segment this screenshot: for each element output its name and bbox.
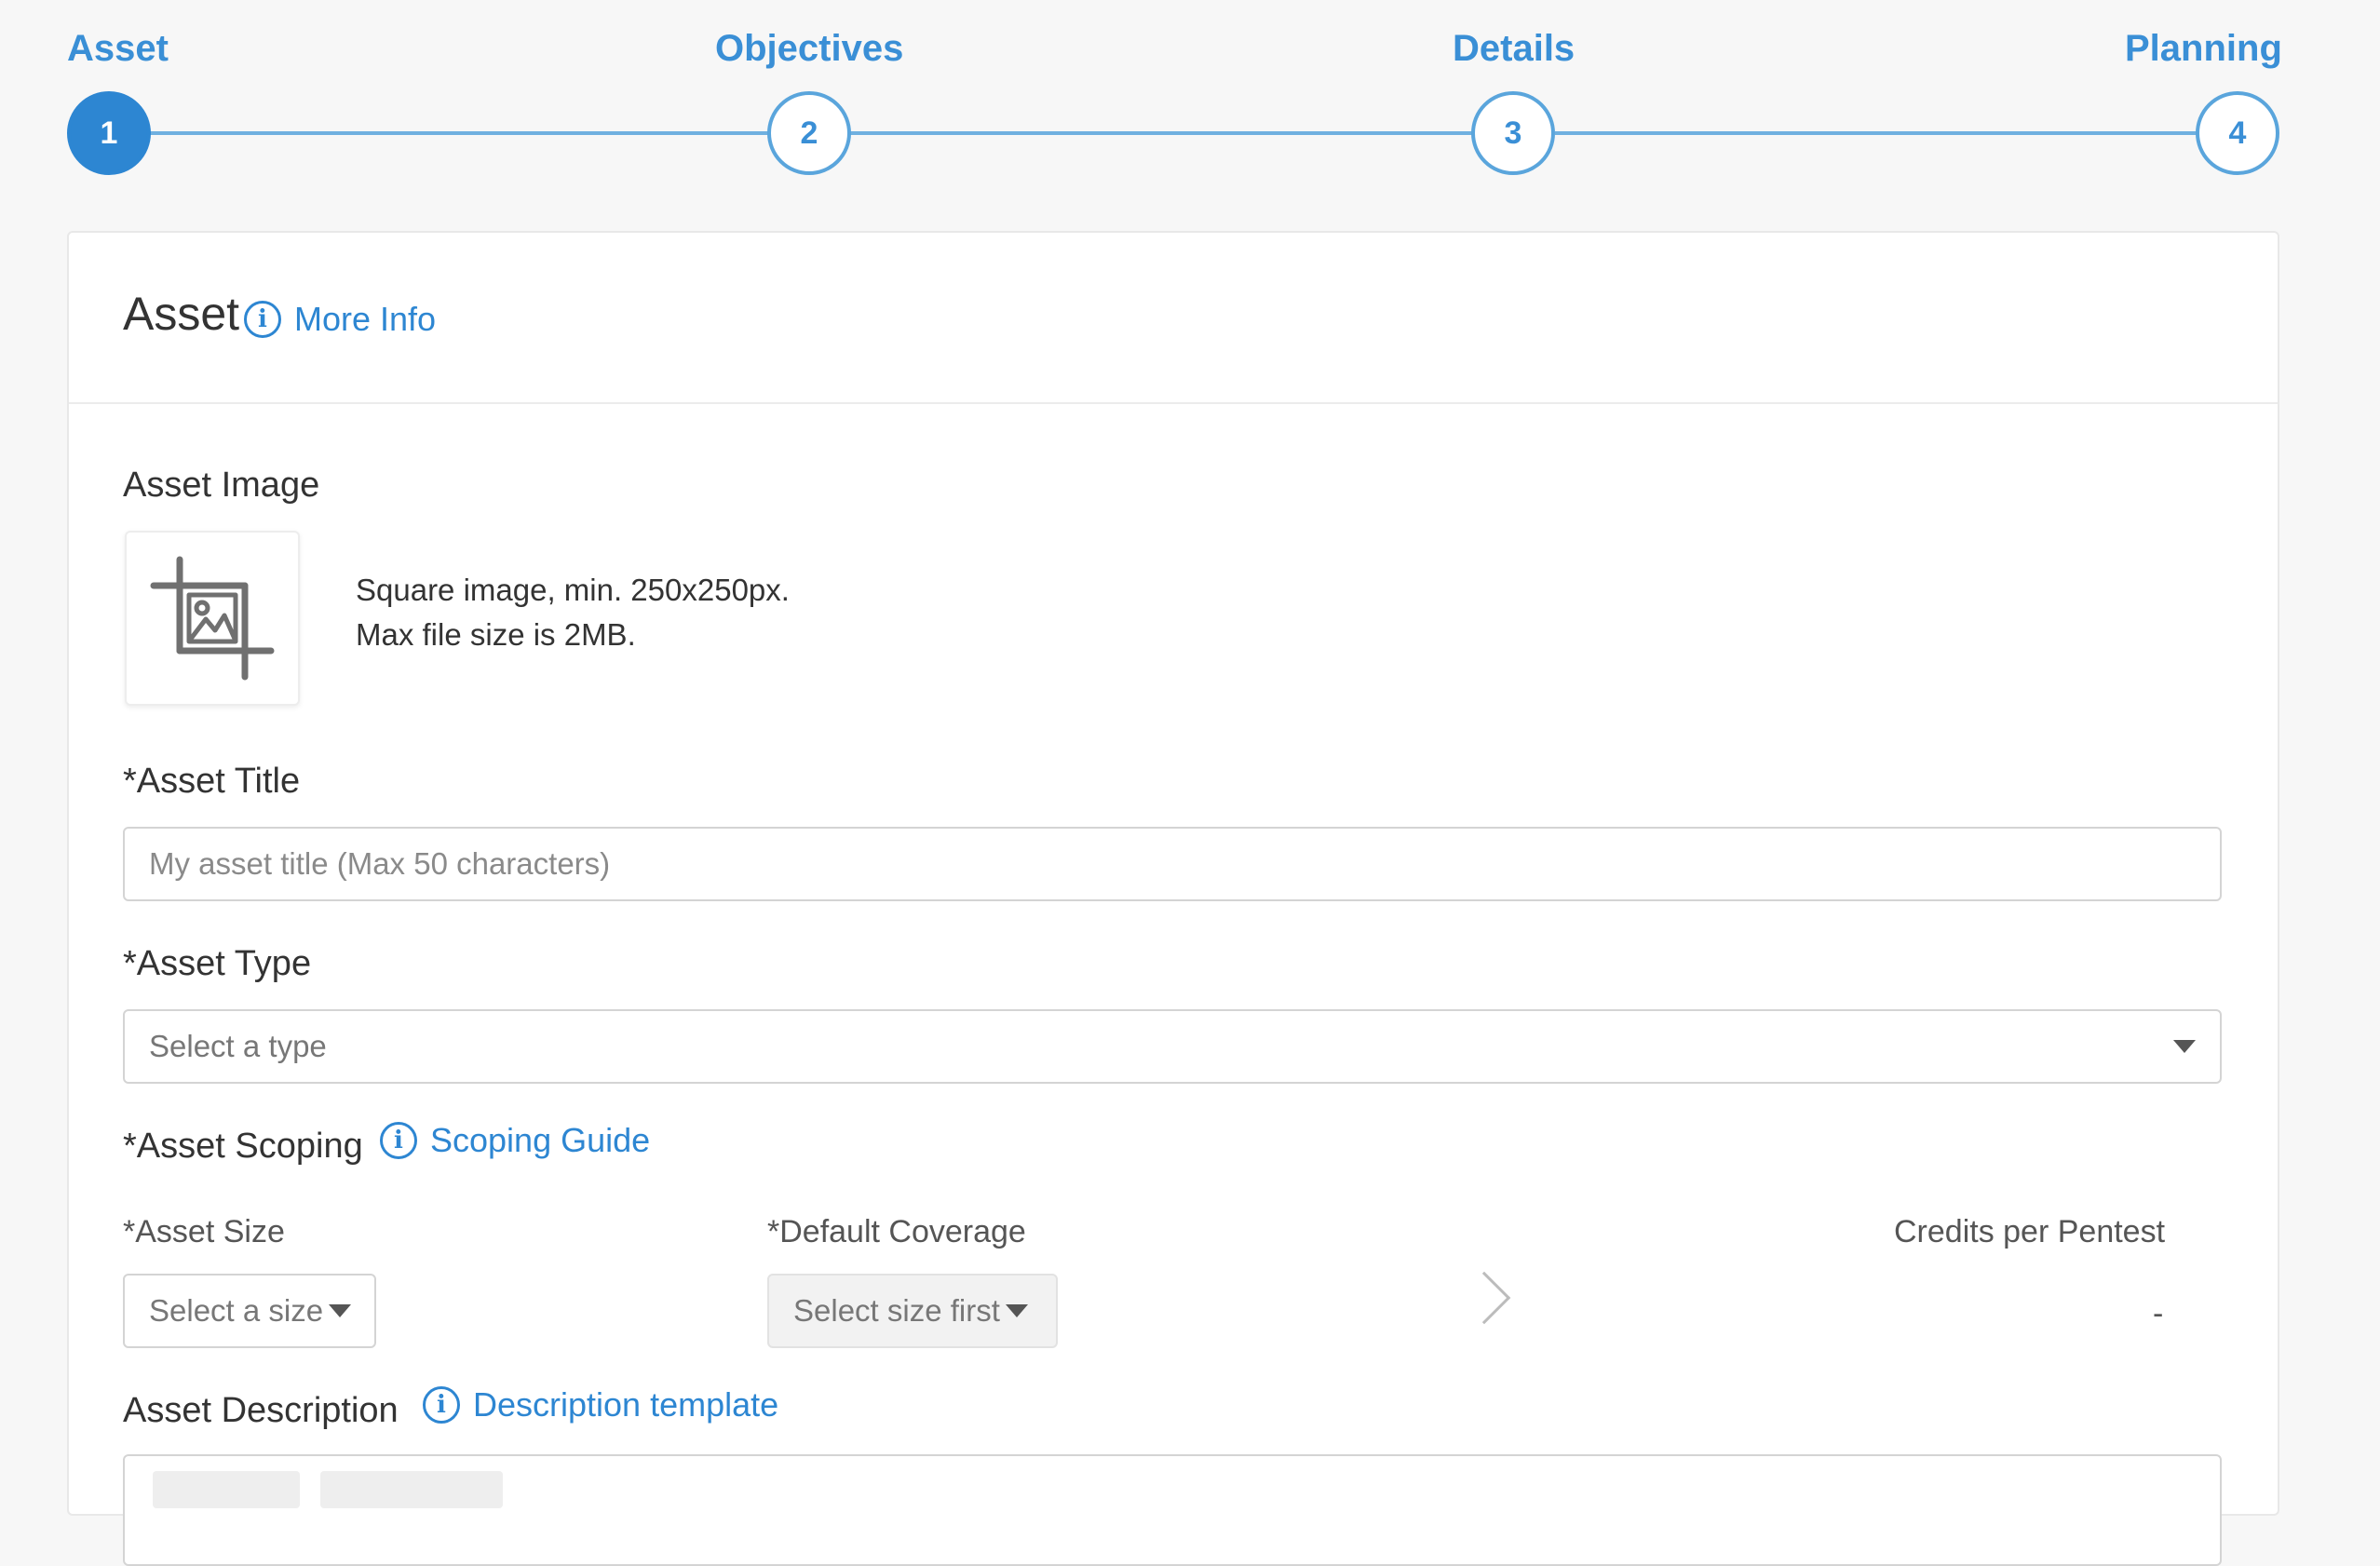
chevron-down-icon [2173, 1040, 2196, 1053]
step-label-details[interactable]: Details [1453, 28, 1575, 70]
asset-type-label: *Asset Type [123, 944, 312, 983]
step-label-objectives[interactable]: Objectives [715, 28, 903, 70]
asset-size-selected: Select a size [149, 1293, 324, 1328]
step-connector [149, 131, 773, 135]
image-crop-icon [150, 556, 275, 681]
asset-image-upload[interactable] [125, 531, 300, 706]
step-connector [1555, 131, 2197, 135]
asset-image-label: Asset Image [123, 466, 320, 505]
step-circle-3[interactable]: 3 [1471, 91, 1555, 175]
default-coverage-label: *Default Coverage [767, 1214, 1026, 1249]
default-coverage-select[interactable]: Select size first [767, 1274, 1058, 1348]
progress-stepper: Asset Objectives Details Planning 1 2 3 … [0, 0, 2380, 186]
card-title: Asset [123, 288, 240, 340]
credits-per-pentest-label: Credits per Pentest [1894, 1214, 2166, 1249]
asset-description-editor[interactable] [123, 1454, 2222, 1566]
scoping-guide-link[interactable]: i Scoping Guide [380, 1121, 650, 1160]
step-circle-1[interactable]: 1 [67, 91, 151, 175]
chevron-right-icon [1457, 1271, 1511, 1325]
chevron-down-icon [1005, 1304, 1028, 1317]
asset-title-input[interactable] [123, 827, 2222, 901]
info-icon: i [380, 1122, 417, 1159]
description-template-link[interactable]: i Description template [423, 1385, 778, 1424]
editor-toolbar-button[interactable] [153, 1471, 300, 1508]
credits-per-pentest-value: - [2153, 1296, 2164, 1331]
step-connector [849, 131, 1473, 135]
asset-scoping-label: *Asset Scoping [123, 1127, 363, 1166]
editor-toolbar-button[interactable] [320, 1471, 503, 1508]
asset-form-card: Asset i More Info Asset Image Square ima… [67, 231, 2279, 1566]
default-coverage-selected: Select size first [793, 1293, 1000, 1328]
asset-type-selected: Select a type [149, 1029, 327, 1063]
asset-image-hint-line1: Square image, min. 250x250px. [356, 573, 790, 607]
step-label-planning[interactable]: Planning [2125, 28, 2282, 70]
scoping-guide-label: Scoping Guide [430, 1121, 651, 1159]
step-circle-2[interactable]: 2 [767, 91, 851, 175]
more-info-link[interactable]: i More Info [244, 300, 436, 339]
asset-description-label: Asset Description [123, 1391, 399, 1430]
step-label-asset[interactable]: Asset [67, 28, 169, 70]
description-template-label: Description template [473, 1385, 779, 1424]
card-header: Asset i More Info [69, 233, 2278, 404]
asset-image-hint: Square image, min. 250x250px. Max file s… [356, 568, 790, 657]
asset-type-select[interactable]: Select a type [123, 1009, 2222, 1084]
asset-size-label: *Asset Size [123, 1214, 285, 1249]
asset-title-label: *Asset Title [123, 762, 301, 801]
step-circle-4[interactable]: 4 [2196, 91, 2279, 175]
more-info-label: More Info [294, 300, 437, 338]
info-icon: i [423, 1386, 460, 1424]
asset-image-hint-line2: Max file size is 2MB. [356, 617, 636, 652]
asset-size-select[interactable]: Select a size [123, 1274, 376, 1348]
chevron-down-icon [329, 1304, 352, 1317]
info-icon: i [244, 301, 281, 338]
